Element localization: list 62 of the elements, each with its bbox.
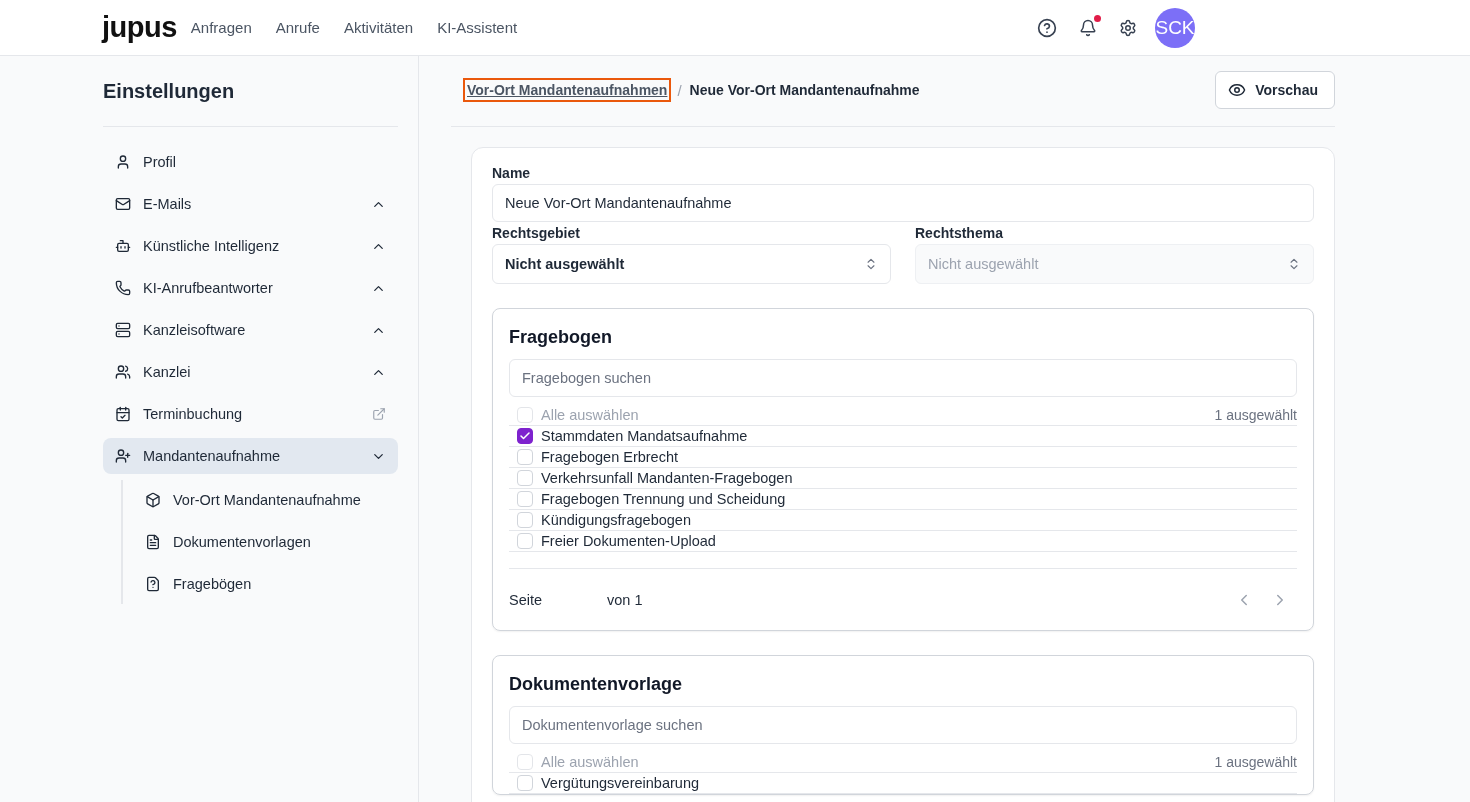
sidebar-title: Einstellungen	[103, 56, 398, 127]
sidebar-item-icon	[115, 364, 131, 380]
sidebar-item-icon	[115, 154, 131, 170]
page-count: von 1	[607, 591, 643, 608]
selected-count: 1 ausgewählt	[1214, 754, 1297, 770]
section-title: Fragebogen	[509, 327, 613, 348]
settings-icon[interactable]	[1119, 18, 1137, 37]
select-field[interactable]: Nicht ausgewählt	[492, 244, 891, 284]
checkbox[interactable]	[517, 428, 533, 444]
sidebar-subitem[interactable]: Vor-Ort Mandantenaufnahme	[123, 482, 398, 518]
name-field[interactable]: Neue Vor-Ort Mandantenaufnahme	[492, 184, 1314, 222]
avatar[interactable]: SCK	[1155, 7, 1195, 48]
field-label: Rechtsthema	[915, 225, 1004, 241]
section-title: Dokumentenvorlage	[509, 674, 684, 695]
page-label: Seite	[509, 591, 544, 608]
search-field[interactable]: Dokumentenvorlage suchen	[509, 706, 1297, 744]
sidebar-item-icon	[115, 322, 131, 338]
nav-link[interactable]: Anfragen	[190, 19, 252, 36]
selected-count: 1 ausgewählt	[1214, 407, 1297, 423]
sidebar-item-icon	[115, 448, 131, 464]
checkbox-label: Freier Dokumenten-Upload	[541, 533, 717, 549]
bell-icon[interactable]	[1079, 14, 1101, 37]
nav-link[interactable]: Aktivitäten	[343, 19, 414, 36]
search-field[interactable]: Fragebogen suchen	[509, 359, 1297, 397]
sidebar-item[interactable]: Profil	[103, 144, 398, 180]
checkbox-label: Kündigungsfragebogen	[541, 512, 692, 528]
sidebar-item[interactable]: E-Mails	[103, 186, 398, 222]
checkbox-label: Alle auswählen	[541, 407, 640, 423]
field-label: Rechtsgebiet	[492, 225, 581, 241]
sidebar-item-icon	[115, 406, 131, 422]
sidebar-item-icon	[115, 196, 131, 212]
sidebar-subitem[interactable]: Fragebögen	[123, 566, 398, 602]
breadcrumb-current: Neue Vor-Ort Mandantenaufnahme	[689, 82, 920, 98]
external-link-icon	[372, 407, 386, 421]
checkbox-label: Fragebogen Trennung und Scheidung	[541, 491, 787, 507]
checkbox-label: Vergütungsvereinbarung	[541, 775, 700, 791]
sidebar-item[interactable]: Terminbuchung	[103, 396, 398, 432]
checkbox-label: Stammdaten Mandatsaufnahme	[541, 428, 749, 444]
sidebar-item[interactable]: Künstliche Intelligenz	[103, 228, 398, 264]
help-icon[interactable]	[1037, 17, 1057, 38]
sidebar-item-icon	[115, 238, 131, 254]
sidebar-subitem[interactable]: Dokumentenvorlagen	[123, 524, 398, 560]
nav-link[interactable]: KI-Assistent	[437, 19, 518, 36]
sidebar-item-icon	[145, 534, 161, 550]
breadcrumb-separator: /	[677, 81, 682, 99]
logo[interactable]: jupus	[102, 13, 177, 42]
sidebar-item-icon	[145, 576, 161, 592]
sidebar-item-icon	[115, 280, 131, 296]
sidebar-item[interactable]: Kanzlei	[103, 354, 398, 390]
breadcrumb-link[interactable]: Vor-Ort Mandantenaufnahmen	[465, 80, 670, 100]
checkbox-label: Verkehrsunfall Mandanten-Fragebogen	[541, 470, 794, 486]
sidebar-item[interactable]: KI-Anrufbeantworter	[103, 270, 398, 306]
check-icon	[519, 430, 531, 442]
sidebar-item[interactable]: Kanzleisoftware	[103, 312, 398, 348]
eye-icon	[1228, 81, 1247, 99]
preview-button[interactable]: Vorschau	[1215, 71, 1335, 109]
nav-link[interactable]: Anrufe	[275, 19, 320, 36]
checkbox-label: Fragebogen Erbrecht	[541, 449, 680, 465]
checkbox-label: Alle auswählen	[541, 754, 640, 770]
sidebar-item[interactable]: Mandantenaufnahme	[103, 438, 398, 474]
field-label: Name	[492, 165, 532, 181]
sidebar-item-icon	[145, 492, 161, 508]
